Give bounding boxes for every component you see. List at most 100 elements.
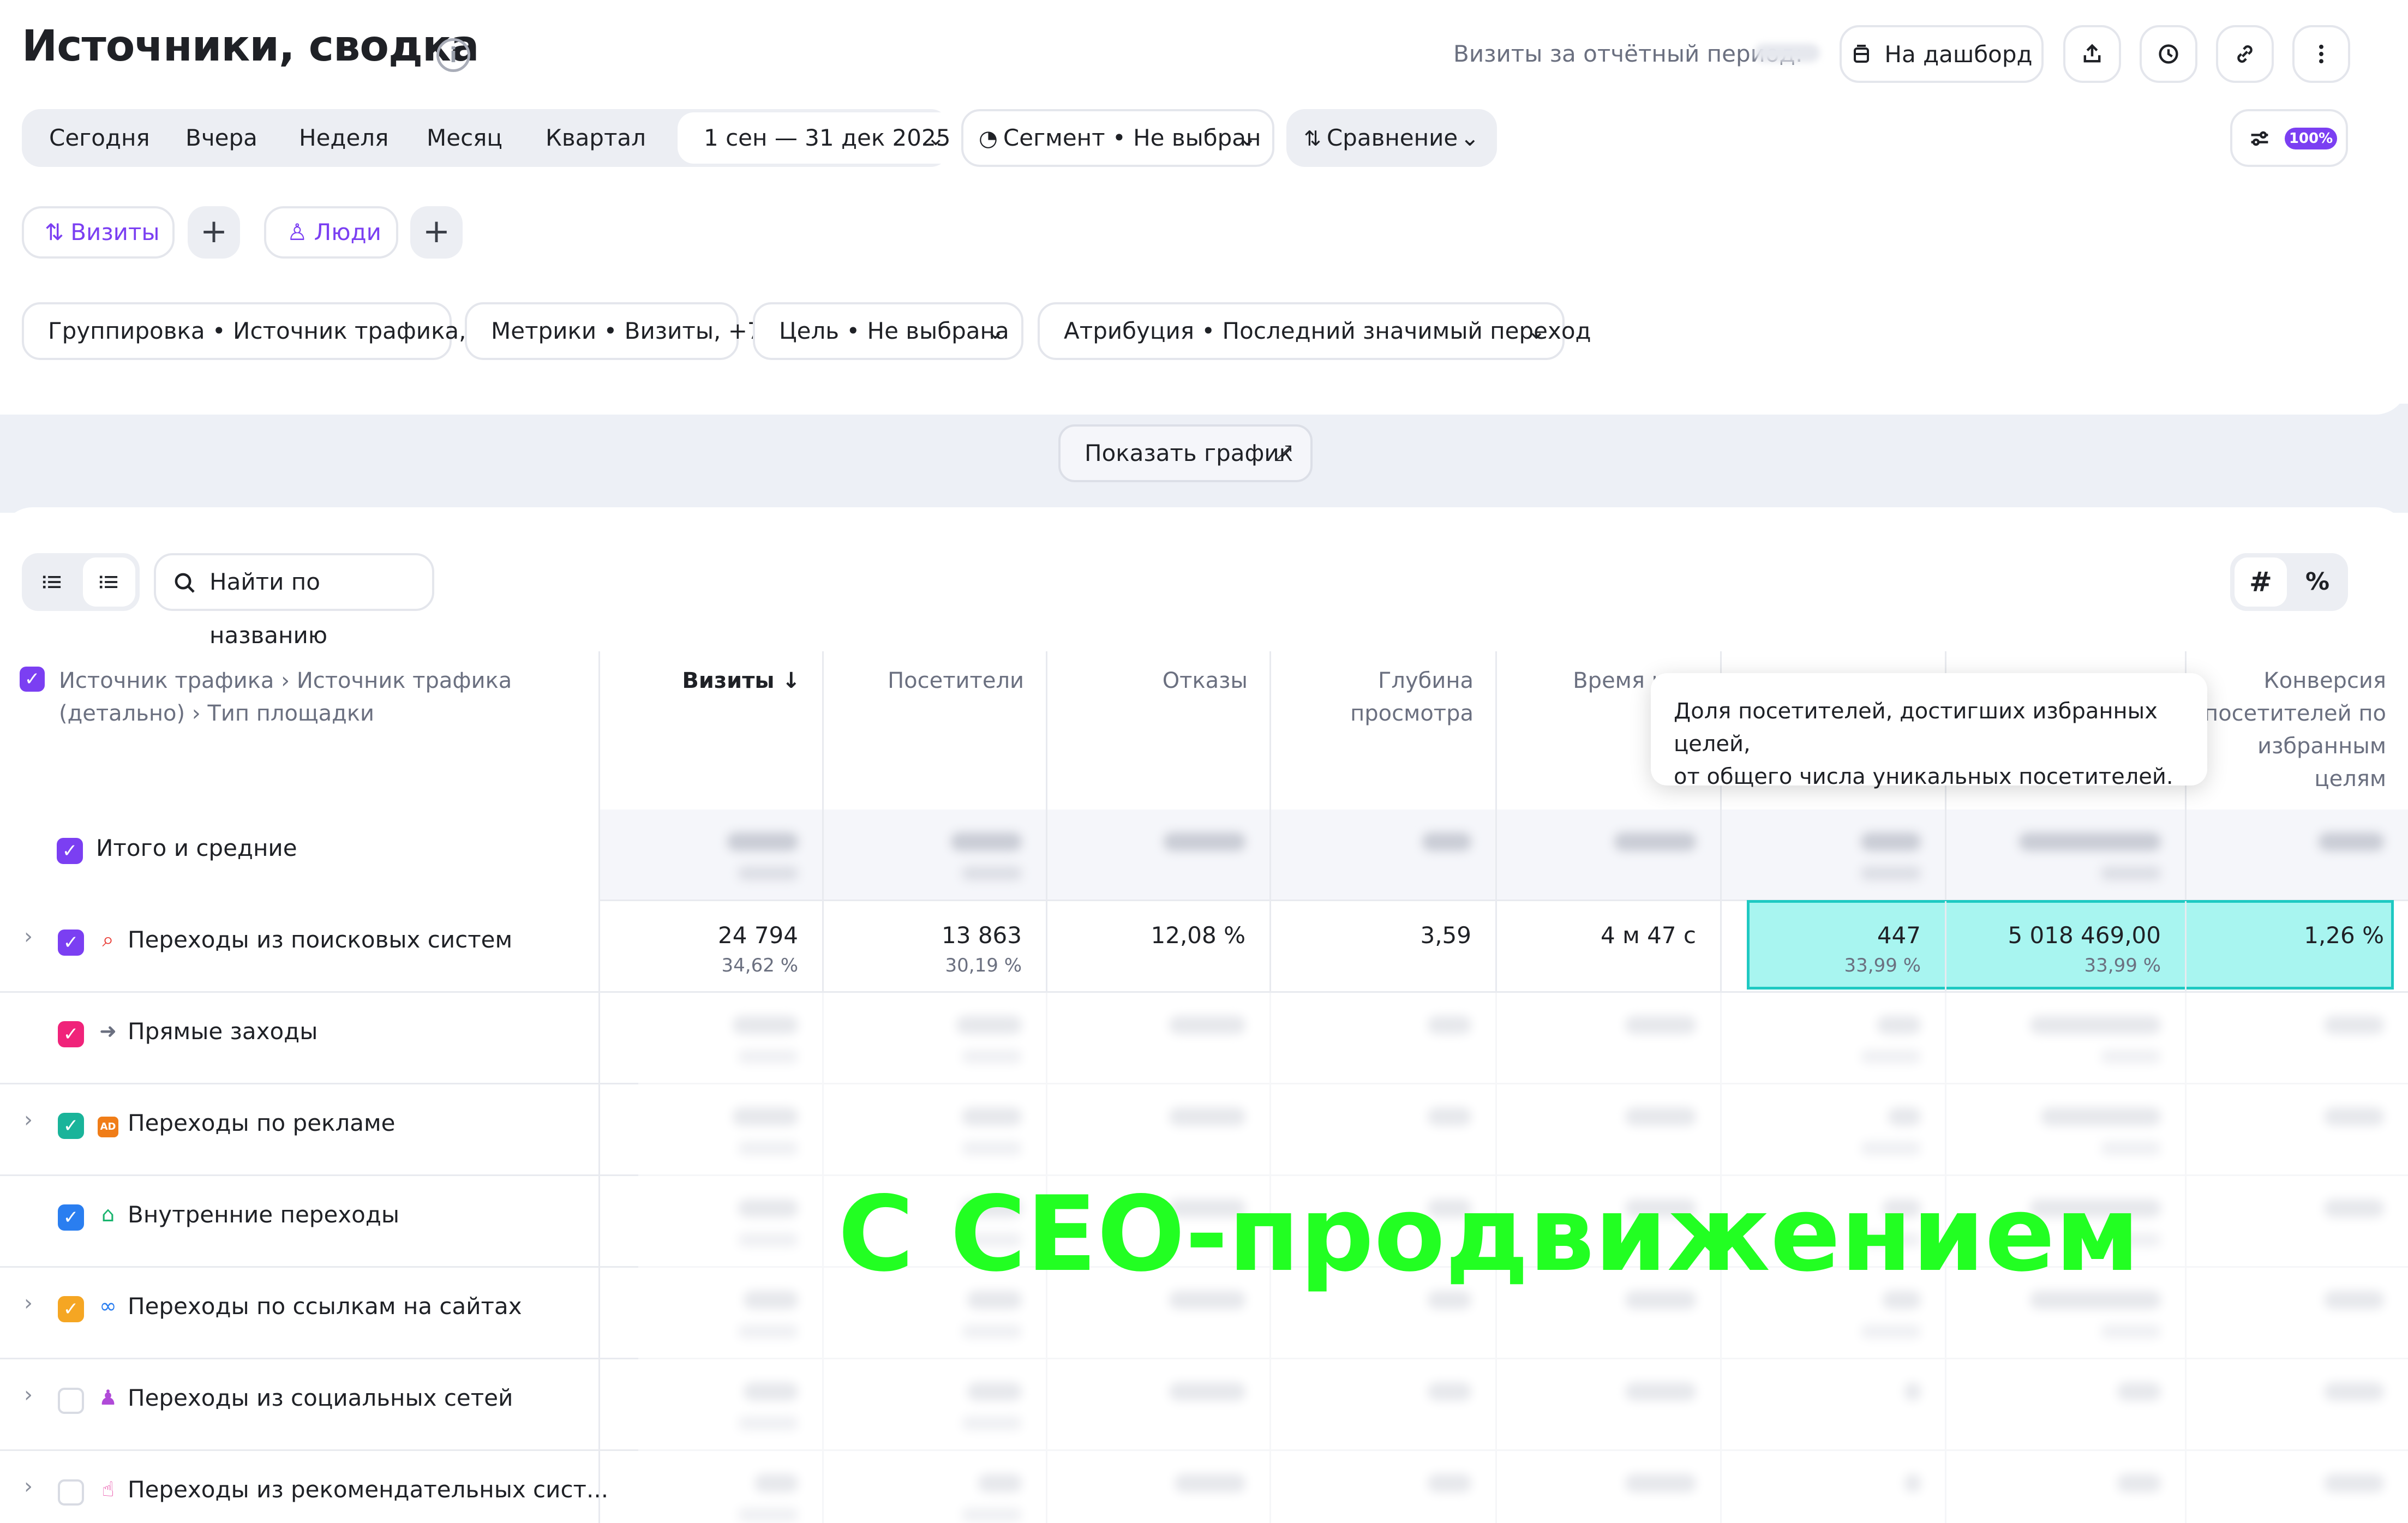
comparison-selector[interactable]: ⇅ Сравнение ⌄ [1286,109,1497,167]
show-chart-button[interactable]: Показать график ⤢ [1058,424,1313,482]
export-button[interactable] [2063,25,2121,83]
row-name-cell: ✓ ➜ Прямые заходы [0,993,600,1084]
goal-filter[interactable]: Цель • Не выбрана ⌄ [753,302,1023,360]
totals-depth-cell [1271,810,1497,901]
expand-chevron-icon[interactable]: › [24,1474,33,1499]
row-checkbox[interactable]: ✓ [58,1113,84,1139]
chevron-down-icon: ⌄ [1237,124,1257,151]
bounces-value: 12,08 % [1151,922,1246,949]
row-checkbox[interactable] [58,1479,84,1506]
tree-view-button[interactable] [26,557,79,607]
row-label: Переходы из рекомендательных сист... [128,1476,609,1503]
row-label: Переходы по рекламе [128,1110,396,1136]
report-settings-button[interactable]: 100% [2230,109,2348,167]
overlay-caption: С СЕО-продвижением [838,1174,2140,1294]
row-label: Внутренние переходы [128,1201,400,1228]
time-value: 4 м 47 с [1601,922,1696,949]
totals-visits-cell [600,810,824,901]
row-checkbox[interactable]: ✓ [58,1296,84,1322]
value-format-toggle: # % [2230,553,2348,611]
bounces-cell: 12,08 % [1047,901,1271,993]
visits-cell: 24 794 34,62 % [600,901,824,993]
visitors-column-header[interactable]: Посетители [824,651,1047,810]
totals-checkbox[interactable]: ✓ [57,838,83,864]
flat-view-button[interactable] [83,557,135,607]
row-label: Переходы из социальных сетей [128,1384,513,1411]
totals-visitors-cell [824,810,1047,901]
visits-entity-chip[interactable]: ⇅ Визиты [22,206,175,259]
period-selector: Сегодня Вчера Неделя Месяц Квартал 1 сен… [22,109,968,167]
list-icon [43,575,61,589]
period-quarter[interactable]: Квартал [546,109,646,167]
conversion-cell: 1,26 % [2187,901,2408,993]
totals-conversion-cell [2187,810,2408,901]
absolute-values-button[interactable]: # [2235,557,2287,607]
row-checkbox[interactable]: ✓ [58,1021,84,1047]
date-range-picker[interactable]: 1 сен — 31 дек 2025 ⌄ [678,112,968,164]
row-name-cell: › ✓ ∞ Переходы по ссылкам на сайтах [0,1268,600,1359]
visitors-cell: 13 863 30,19 % [824,901,1047,993]
history-button[interactable] [2140,25,2197,83]
period-yesterday[interactable]: Вчера [185,109,257,167]
more-button[interactable] [2292,25,2350,83]
visits-period-label: Визиты за отчётный период: [1453,40,1803,67]
totals-revenue-cell [1946,810,2187,901]
revenue-cell: 5 018 469,00 33,99 % [1946,901,2187,993]
search-engine-icon: ⌕ [102,927,114,951]
expand-chevron-icon[interactable]: › [24,1107,33,1132]
totals-bounces-cell [1047,810,1271,901]
totals-row: ✓ Итого и средние [0,810,2408,901]
history-icon [2159,44,2178,64]
visits-entity-icon: ⇅ [45,219,64,245]
totals-name-cell: ✓ Итого и средние [0,810,600,901]
period-week[interactable]: Неделя [299,109,388,167]
goal-visitors-value: 447 [1877,922,1921,949]
expand-chevron-icon[interactable]: › [24,924,33,949]
link-button[interactable] [2216,25,2274,83]
row-label: Прямые заходы [128,1018,318,1045]
visits-column-header[interactable]: Визиты ↓ [600,651,824,810]
search-input[interactable]: Найти по названию [154,553,434,649]
period-month[interactable]: Месяц [427,109,502,167]
visitors-value: 13 863 [942,922,1022,949]
row-checkbox[interactable]: ✓ [58,930,84,956]
attribution-filter[interactable]: Атрибуция • Последний значимый переход ⌄ [1038,302,1591,360]
add-visits-filter-button[interactable]: + [188,206,240,259]
table-row[interactable]: › ✓ ⌕ Переходы из поисковых систем 24 79… [0,901,2408,993]
time-cell: 4 м 47 с [1497,901,1722,993]
depth-column-header[interactable]: Глубина просмотра [1271,651,1497,810]
expand-chevron-icon[interactable]: › [24,1291,33,1316]
visitors-share: 30,19 % [945,955,1022,976]
metrics-filter[interactable]: Метрики • Визиты, +7 [465,302,762,360]
add-people-filter-button[interactable]: + [410,206,463,259]
depth-header-line2: просмотра [1350,701,1473,726]
people-entity-chip[interactable]: ♙ Люди [264,206,398,259]
expand-chevron-icon[interactable]: › [24,1382,33,1407]
dashboard-button-label: На дашборд [1884,40,2033,68]
visits-share: 34,62 % [721,955,798,976]
bounces-column-header[interactable]: Отказы [1047,651,1271,810]
percent-values-button[interactable]: % [2291,557,2344,607]
select-all-checkbox[interactable]: ✓ [20,667,45,692]
segment-selector[interactable]: ◔ Сегмент • Не выбран ⌄ [961,109,1274,167]
goal-visitors-share: 33,99 % [1844,955,1921,976]
row-checkbox[interactable] [58,1388,84,1414]
dimension-column-header[interactable]: Источник трафика › Источник трафика (дет… [0,651,600,810]
info-icon[interactable]: i [436,38,470,72]
visits-entity-label: Визиты [70,219,160,245]
column-tooltip: Доля посетителей, достигших избранных це… [1651,673,2207,789]
period-today[interactable]: Сегодня [49,109,150,167]
tooltip-line1: Доля посетителей, достигших избранных це… [1674,699,2158,757]
row-checkbox[interactable]: ✓ [58,1204,84,1231]
person-icon: ♙ [287,219,308,245]
revenue-share: 33,99 % [2084,955,2161,976]
conversion-column-header[interactable]: Конверсия посетителей по избранным целям [2187,651,2408,810]
plus-icon: + [200,212,228,250]
row-name-cell: › ♟ Переходы из социальных сетей [0,1359,600,1451]
search-icon [175,573,195,593]
grouping-filter[interactable]: Группировка • Источник трафика, +2 [22,302,507,360]
dashboard-button[interactable]: На дашборд [1840,25,2044,83]
row-name-cell: › ☝ Переходы из рекомендательных сист... [0,1451,608,1523]
export-icon [2083,44,2101,63]
expand-icon: ⤢ [1274,441,1292,466]
